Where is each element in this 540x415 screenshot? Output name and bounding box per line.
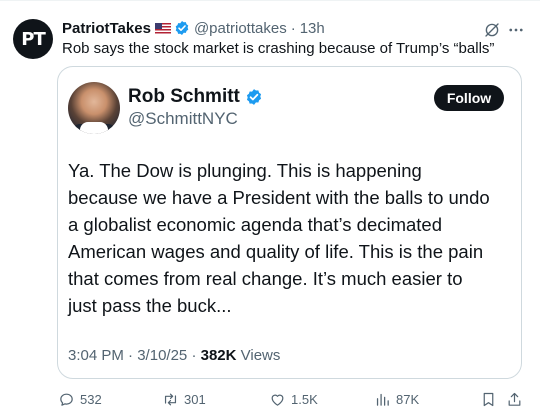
quoted-post-text: Ya. The Dow is plunging. This is happeni… [68,157,518,319]
follow-button[interactable]: Follow [434,85,504,111]
grok-icon[interactable] [483,21,501,39]
views-chart-icon [376,393,389,406]
quoted-text-line: Ya. The Dow is plunging. This is happeni… [68,160,422,181]
quoted-author-name[interactable]: Rob Schmitt [128,86,240,108]
separator-dot: · [290,19,296,37]
author-name[interactable]: PatriotTakes [62,20,151,37]
quoted-text-line: a globalist economic agenda that’s decim… [68,214,443,235]
views-button[interactable]: 87K [374,391,419,408]
repost-icon [164,393,177,406]
quoted-post-date[interactable]: 3/10/25 [137,347,187,364]
quoted-author-name-row[interactable]: Rob Schmitt [128,86,263,108]
share-icon[interactable] [506,391,523,408]
quoted-post-time[interactable]: 3:04 PM [68,347,124,364]
separator-dot: · [191,347,201,364]
bookmark-icon[interactable] [480,391,497,408]
quoted-post-meta: 3:04 PM · 3/10/25 · 382K Views [68,347,280,364]
quoted-views-count: 382K [200,347,237,364]
repost-count: 301 [184,392,206,407]
quoted-author-avatar[interactable] [68,82,120,134]
verified-badge-icon [175,21,189,35]
reply-icon [60,393,73,406]
repost-button[interactable]: 301 [162,391,206,408]
more-options-icon[interactable] [507,21,525,39]
quoted-author-handle[interactable]: @SchmittNYC [128,109,238,129]
reply-count: 532 [80,392,102,407]
quoted-views-label-text: Views [240,347,281,364]
quoted-text-line: just pass the buck... [68,295,232,316]
reply-button[interactable]: 532 [58,391,102,408]
quoted-text-line: American wages and quality of life. This… [68,241,484,262]
post-text: Rob says the stock market is crashing be… [62,40,495,57]
us-flag-icon [154,22,171,34]
separator-dot: · [128,347,138,364]
views-count: 87K [396,392,420,407]
post-time[interactable]: 13h [300,20,325,37]
action-bar: 532 301 1.5K 87K [0,391,540,411]
post[interactable]: PT PatriotTakes @patriottakes · 13h Rob … [0,0,540,415]
like-count: 1.5K [291,392,318,407]
quoted-post-card[interactable]: Rob Schmitt @SchmittNYC Follow Ya. The D… [57,66,522,379]
verified-badge-icon [246,89,261,105]
quoted-text-line: because we have a President with the bal… [68,187,490,208]
post-header: PatriotTakes @patriottakes · 13h [62,18,325,38]
author-handle[interactable]: @patriottakes [194,20,287,37]
divider [0,0,540,1]
quoted-text-line: that comes from real change. It’s much e… [68,268,463,289]
like-button[interactable]: 1.5K [269,391,318,408]
heart-icon [271,394,284,406]
author-avatar[interactable]: PT [13,19,53,59]
